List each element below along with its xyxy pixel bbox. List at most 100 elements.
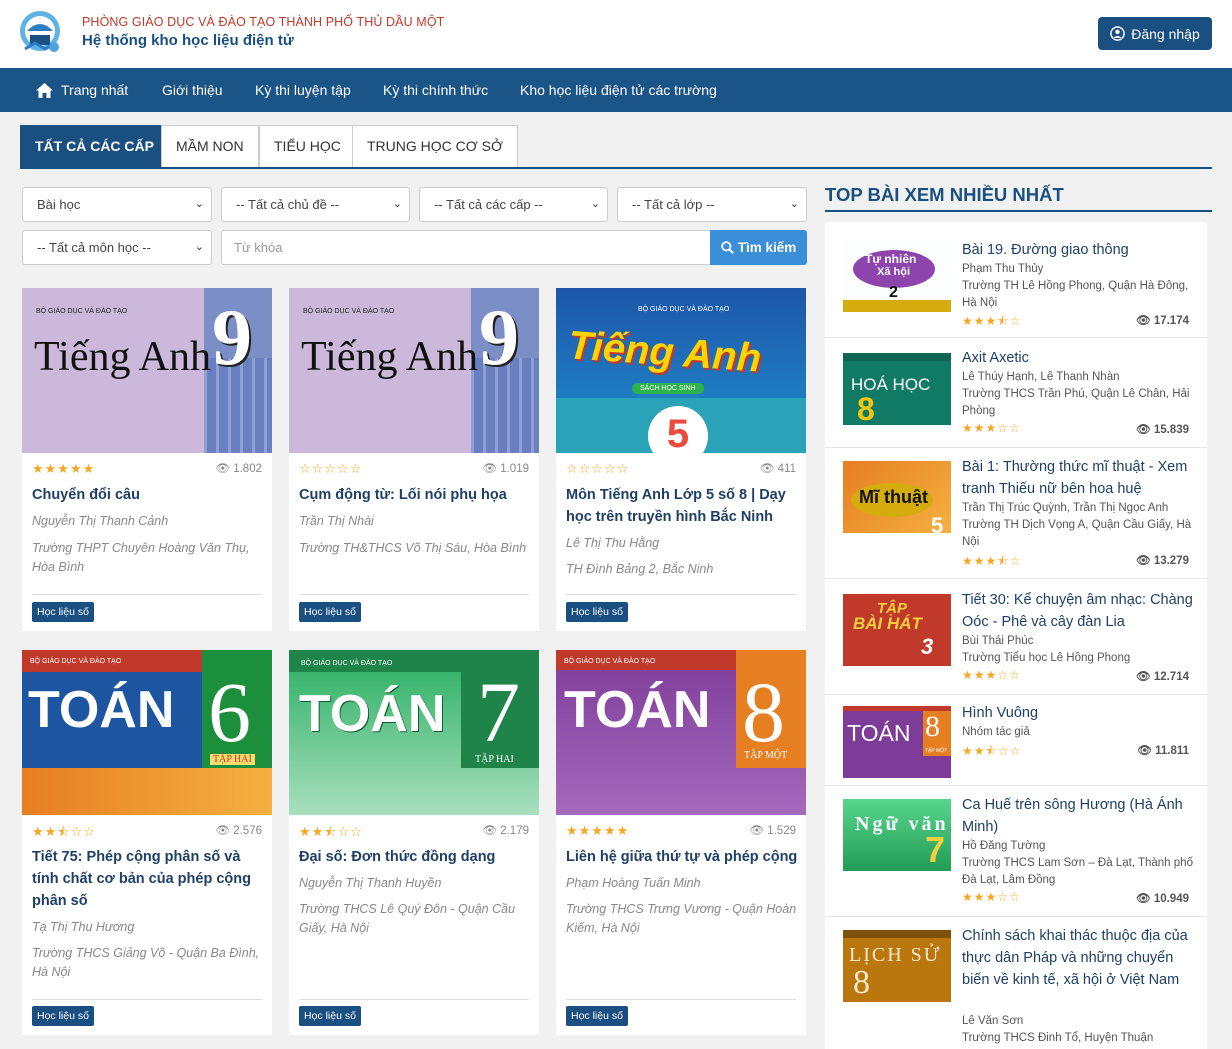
top-item[interactable]: LỊCH SỬ 8 Chính sách khai thác thuộc địa… bbox=[825, 918, 1207, 1049]
lesson-card[interactable]: BỘ GIÁO DỤC VÀ ĐÀO TẠO TOÁN 8 TẬP MỘT ★★… bbox=[556, 650, 806, 1035]
digital-material-badge[interactable]: Học liệu số bbox=[566, 1006, 628, 1026]
level-select[interactable]: -- Tất cả các cấp -- ⌄ bbox=[419, 187, 608, 222]
lesson-title[interactable]: Cụm động từ: Lối nói phụ họa bbox=[299, 484, 531, 506]
nav-home[interactable]: Trang nhất bbox=[36, 68, 128, 112]
digital-material-badge[interactable]: Học liệu số bbox=[32, 1006, 94, 1026]
top-item-school: Trường TH Lê Hồng Phong, Quận Hà Đông, H… bbox=[962, 280, 1189, 309]
thumb-number: 8 bbox=[857, 391, 875, 425]
cover-image[interactable]: BỘ GIÁO DỤC VÀ ĐÀO TẠO TOÁN 8 TẬP MỘT bbox=[556, 650, 806, 815]
cover-image[interactable]: BỘ GIÁO DỤC VÀ ĐÀO TẠO Tiếng Anh SÁCH HỌ… bbox=[556, 288, 806, 453]
lesson-title[interactable]: Môn Tiếng Anh Lớp 5 số 8 | Dạy học trên … bbox=[566, 484, 798, 528]
thumb-number: 5 bbox=[931, 513, 944, 533]
eye-icon: 👁 bbox=[215, 825, 231, 837]
top-item-title[interactable]: Ca Huế trên sông Hương (Hà Ánh Minh) bbox=[962, 794, 1194, 838]
view-count-value: 1.529 bbox=[767, 825, 796, 837]
login-button[interactable]: Đăng nhập bbox=[1098, 17, 1212, 50]
lesson-title[interactable]: Liên hệ giữa thứ tự và phép cộng bbox=[566, 846, 798, 868]
lesson-author: Trần Thị Nhài bbox=[299, 514, 374, 528]
cover-image[interactable]: BỘ GIÁO DỤC VÀ ĐÀO TẠO TOÁN 7 TẬP HAI bbox=[289, 650, 539, 815]
digital-material-badge[interactable]: Học liệu số bbox=[299, 602, 361, 622]
lesson-title[interactable]: Chuyển đổi câu bbox=[32, 484, 264, 506]
lesson-school: TH Đình Bảng 2, Bắc Ninh bbox=[566, 562, 714, 576]
sidebar-title: TOP BÀI XEM NHIỀU NHẤT bbox=[825, 184, 1064, 205]
thumb-title: Mĩ thuật bbox=[859, 487, 928, 507]
cover-title: TOÁN bbox=[28, 681, 175, 739]
lesson-card[interactable]: BỘ GIÁO DỤC VÀ ĐÀO TẠO TOÁN 6 TẬP HAI ★★… bbox=[22, 650, 272, 1035]
top-item-title[interactable]: Hình Vuông bbox=[962, 702, 1194, 724]
top-item-thumbnail[interactable]: Ngữ văn 7 bbox=[843, 799, 951, 871]
logo-icon[interactable] bbox=[17, 9, 63, 57]
top-item-title[interactable]: Chính sách khai thác thuộc địa của thực … bbox=[962, 925, 1194, 991]
view-count-value: 10.949 bbox=[1153, 893, 1189, 905]
view-count-value: 1.019 bbox=[500, 463, 529, 475]
divider bbox=[825, 694, 1207, 695]
nav-official-exam[interactable]: Kỳ thi chính thức bbox=[383, 68, 488, 112]
tab-preschool[interactable]: MẦM NON bbox=[161, 125, 259, 168]
top-item-thumbnail[interactable]: Mĩ thuật 5 bbox=[843, 461, 951, 533]
top-item-school: Trường THCS Lam Sơn – Đà Lạt, Thành phố … bbox=[962, 857, 1193, 886]
site-header: PHÒNG GIÁO DỤC VÀ ĐÀO TẠO THÀNH PHỐ THỦ … bbox=[0, 0, 1232, 68]
search-icon bbox=[720, 241, 734, 254]
rating-stars: ★★★★★ bbox=[32, 461, 96, 476]
top-item-thumbnail[interactable]: TẬP BÀI HÁT 3 bbox=[843, 594, 951, 666]
lesson-school: Trường TH&THCS Võ Thị Sáu, Hòa Bình bbox=[299, 541, 527, 555]
view-count: 👁 2.576 bbox=[215, 823, 262, 837]
type-select[interactable]: Bài học ⌄ bbox=[22, 187, 212, 222]
lesson-card[interactable]: BỘ GIÁO DỤC VÀ ĐÀO TẠO Tiếng Anh 9 ★★★★★… bbox=[22, 288, 272, 631]
topic-select[interactable]: -- Tất cả chủ đề -- ⌄ bbox=[221, 187, 410, 222]
nav-school-library[interactable]: Kho học liệu điện tử các trường bbox=[520, 68, 717, 112]
lesson-card[interactable]: BỘ GIÁO DỤC VÀ ĐÀO TẠO Tiếng Anh SÁCH HỌ… bbox=[556, 288, 806, 631]
cover-number: 9 bbox=[212, 294, 252, 382]
cover-image[interactable]: BỘ GIÁO DỤC VÀ ĐÀO TẠO Tiếng Anh 9 bbox=[289, 288, 539, 453]
lesson-author: Lê Thị Thu Hằng bbox=[566, 536, 660, 550]
cover-number: 8 bbox=[742, 664, 785, 760]
top-item-thumbnail[interactable]: TOÁN 8 TẬP MỘT bbox=[843, 706, 951, 778]
top-item-title[interactable]: Axit Axetic bbox=[962, 347, 1194, 369]
tab-all-levels[interactable]: TẤT CẢ CÁC CẤP bbox=[20, 125, 169, 168]
digital-material-badge[interactable]: Học liệu số bbox=[566, 602, 628, 622]
view-count-value: 1.802 bbox=[233, 463, 262, 475]
cover-number: 9 bbox=[479, 294, 519, 382]
search-button[interactable]: Tìm kiếm bbox=[710, 230, 807, 265]
top-item-title[interactable]: Bài 1: Thường thức mĩ thuật - Xem tranh … bbox=[962, 456, 1194, 500]
lesson-card[interactable]: BỘ GIÁO DỤC VÀ ĐÀO TẠO TOÁN 7 TẬP HAI ★★… bbox=[289, 650, 539, 1035]
chevron-down-icon: ⌄ bbox=[194, 241, 204, 253]
cover-image[interactable]: BỘ GIÁO DỤC VÀ ĐÀO TẠO TOÁN 6 TẬP HAI bbox=[22, 650, 272, 815]
tab-primary[interactable]: TIỂU HỌC bbox=[259, 125, 356, 168]
top-item-title[interactable]: Bài 19. Đường giao thông bbox=[962, 239, 1194, 261]
keyword-input[interactable]: Từ khóa bbox=[221, 230, 711, 265]
view-count: 👁 2.179 bbox=[482, 823, 529, 837]
top-item[interactable]: Mĩ thuật 5 Bài 1: Thường thức mĩ thuật -… bbox=[825, 449, 1207, 579]
rating-stars: ★★★★★ bbox=[566, 823, 630, 838]
cover-image[interactable]: BỘ GIÁO DỤC VÀ ĐÀO TẠO Tiếng Anh 9 bbox=[22, 288, 272, 453]
digital-material-badge[interactable]: Học liệu số bbox=[32, 602, 94, 622]
divider bbox=[825, 447, 1207, 448]
tab-secondary[interactable]: TRUNG HỌC CƠ SỞ bbox=[352, 125, 519, 168]
top-item-thumbnail[interactable]: HOÁ HỌC 8 bbox=[843, 353, 951, 425]
top-item[interactable]: Ngữ văn 7 Ca Huế trên sông Hương (Hà Ánh… bbox=[825, 787, 1207, 917]
lesson-title[interactable]: Đại số: Đơn thức đồng dạng bbox=[299, 846, 531, 868]
rating-stars: ★★★☆☆ bbox=[962, 421, 1021, 435]
top-item[interactable]: TOÁN 8 TẬP MỘT Hình Vuông Nhóm tác giả ★… bbox=[825, 696, 1207, 786]
nav-about[interactable]: Giới thiệu bbox=[162, 68, 223, 112]
top-item[interactable]: TẬP BÀI HÁT 3 Tiết 30: Kể chuyện âm nhạc… bbox=[825, 580, 1207, 695]
top-item-title[interactable]: Tiết 30: Kể chuyện âm nhạc: Chàng Oóc - … bbox=[962, 589, 1194, 633]
top-item-thumbnail[interactable]: LỊCH SỬ 8 bbox=[843, 930, 951, 1002]
top-item-thumbnail[interactable]: Tự nhiên Xã hội 2 bbox=[843, 240, 951, 312]
digital-material-badge[interactable]: Học liệu số bbox=[299, 1006, 361, 1026]
nav-practice-exam[interactable]: Kỳ thi luyện tập bbox=[255, 68, 351, 112]
subject-select[interactable]: -- Tất cả môn học -- ⌄ bbox=[22, 230, 212, 265]
cover-title: Tiếng Anh bbox=[301, 334, 479, 380]
lesson-title[interactable]: Tiết 75: Phép cộng phân số và tính chất … bbox=[32, 846, 264, 912]
top-item-author: Trần Thị Trúc Quỳnh, Trần Thị Ngọc Anh bbox=[962, 502, 1169, 514]
top-item-school: Trường THCS Trần Phú, Quận Lê Chân, Hải … bbox=[962, 388, 1190, 417]
type-select-value: Bài học bbox=[37, 197, 81, 212]
divider bbox=[825, 785, 1207, 786]
top-item[interactable]: Tự nhiên Xã hội 2 Bài 19. Đường giao thô… bbox=[825, 232, 1207, 338]
cover-subtitle: SÁCH HỌC SINH bbox=[632, 383, 704, 394]
top-item[interactable]: HOÁ HỌC 8 Axit Axetic Lê Thúy Hạnh, Lê T… bbox=[825, 340, 1207, 448]
top-item-school: Trường TH Dịch Vọng A, Quận Cầu Giấy, Hà… bbox=[962, 519, 1192, 548]
divider bbox=[32, 999, 262, 1000]
lesson-card[interactable]: BỘ GIÁO DỤC VÀ ĐÀO TẠO Tiếng Anh 9 ☆☆☆☆☆… bbox=[289, 288, 539, 631]
grade-select[interactable]: -- Tất cả lớp -- ⌄ bbox=[617, 187, 807, 222]
